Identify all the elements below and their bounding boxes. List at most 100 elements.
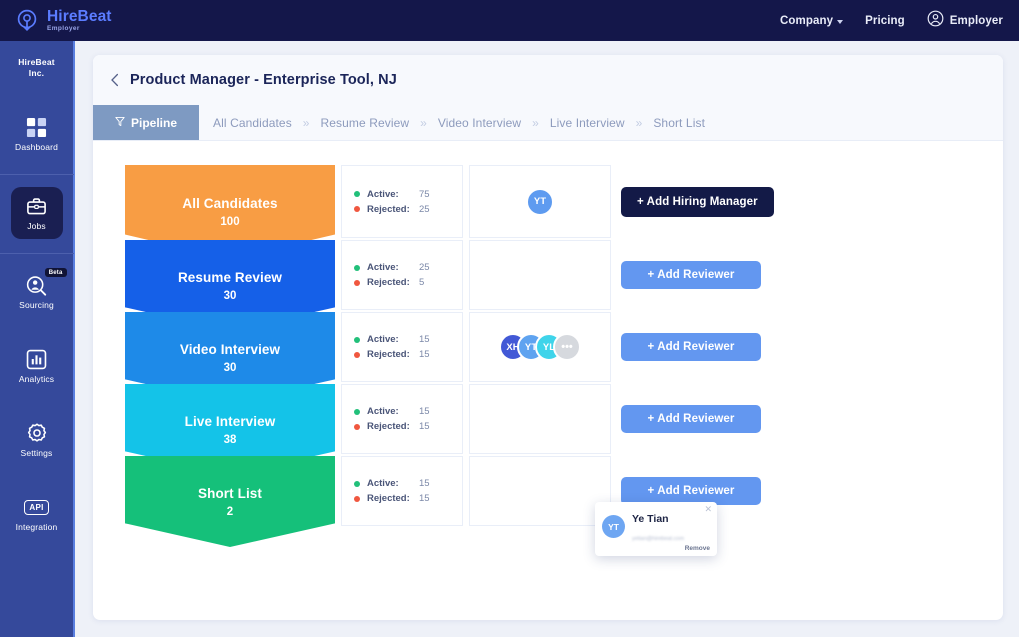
stat-line-rejected: Rejected: 5 <box>354 277 462 288</box>
stage-reviewers-cell <box>469 384 611 454</box>
stat-label-active: Active: <box>367 188 399 200</box>
hirebeat-circle-logo-icon <box>14 8 40 34</box>
sidebar-divider-2 <box>0 253 74 255</box>
stat-line-active: Active: 75 <box>354 189 462 200</box>
candidate-name: Ye Tian <box>632 513 669 525</box>
sidebar-item-dashboard[interactable]: Dashboard <box>11 108 63 160</box>
funnel-stage-cell: Live Interview 38 <box>125 384 335 475</box>
stat-line-rejected: Rejected: 25 <box>354 204 462 215</box>
stage-action-cell: + Add Reviewer <box>611 384 1003 454</box>
stage-stats-cell: Active: 15 Rejected: 15 <box>341 456 463 526</box>
stage-action-cell: + Add Reviewer <box>611 312 1003 382</box>
add-reviewer-button[interactable]: + Add Reviewer <box>621 261 761 289</box>
avatar[interactable]: YT <box>526 187 554 216</box>
stat-value-rejected: 5 <box>419 277 425 288</box>
stat-value-rejected: 15 <box>419 421 430 432</box>
candidate-popup-meta: Ye Tian yetian@hirebeat.com <box>632 509 709 544</box>
pipeline-rows: All Candidates 100 Active: 75 Rejected: 25 YT +… <box>93 165 1003 547</box>
app-root: HireBeat Employer Company Pricing Employ… <box>0 0 1019 637</box>
tab-separator-4: » <box>635 115 643 130</box>
tab-video-interview[interactable]: Video Interview <box>438 116 521 130</box>
sidebar-item-integration[interactable]: API Integration <box>11 488 63 540</box>
bar-chart-icon <box>26 348 47 370</box>
stat-label-rejected: Rejected: <box>367 421 410 432</box>
pipeline-row: Live Interview 38 Active: 15 Rejected: 15 + Ad… <box>93 384 1003 475</box>
stage-stats-cell: Active: 15 Rejected: 15 <box>341 384 463 454</box>
stat-label-active: Active: <box>367 478 399 489</box>
organization-name: HireBeat Inc. <box>18 57 55 78</box>
pipeline-row: Video Interview 30 Active: 15 Rejected: 15 XH Y… <box>93 312 1003 403</box>
stage-reviewers-cell: XH YT YL ••• <box>469 312 611 382</box>
stage-action-cell: + Add Hiring Manager <box>611 165 1003 238</box>
stat-label-rejected: Rejected: <box>367 277 410 288</box>
sidebar-item-analytics[interactable]: Analytics <box>11 340 63 392</box>
nav-link-company[interactable]: Company <box>780 15 844 27</box>
funnel-stage-label: Video Interview <box>179 341 281 357</box>
brand-logo-group[interactable]: HireBeat Employer <box>14 8 112 34</box>
rejected-status-dot <box>354 279 360 286</box>
nav-link-pricing[interactable]: Pricing <box>865 15 905 27</box>
api-icon: API <box>24 496 49 518</box>
funnel-stage-count: 100 <box>220 216 240 228</box>
chevron-down-icon <box>837 19 844 24</box>
stat-label-rejected: Rejected: <box>367 493 410 504</box>
stat-label-active: Active: <box>367 406 399 417</box>
stat-label-rejected: Rejected: <box>367 349 410 360</box>
avatar-more-button[interactable]: ••• <box>553 333 581 361</box>
tab-separator-1: » <box>302 115 310 130</box>
stat-line-rejected: Rejected: 15 <box>354 349 462 360</box>
tab-pipeline-label: Pipeline <box>131 115 178 130</box>
page-title: Product Manager - Enterprise Tool, NJ <box>130 72 397 88</box>
tab-separator-3: » <box>532 115 539 130</box>
active-status-dot <box>354 191 360 197</box>
funnel-stage-short-list[interactable]: Short List 2 <box>125 456 335 547</box>
sourcing-beta-badge: Beta <box>44 268 67 278</box>
chevron-left-icon[interactable] <box>107 72 123 88</box>
sidebar-item-jobs[interactable]: Jobs <box>10 187 63 240</box>
brand-text: HireBeat Employer <box>47 7 112 33</box>
sidebar-item-integration-label: Integration <box>15 522 58 533</box>
funnel-stage-label: Resume Review <box>177 269 283 285</box>
stat-value-active: 15 <box>419 406 430 417</box>
brand-name: HireBeat <box>47 7 112 25</box>
rejected-status-dot <box>354 351 360 358</box>
pipeline-row: All Candidates 100 Active: 75 Rejected: 25 YT +… <box>93 165 1003 259</box>
funnel-stage-label: Live Interview <box>184 413 276 429</box>
stat-value-active: 15 <box>419 478 430 489</box>
sidebar-item-dashboard-label: Dashboard <box>15 142 58 153</box>
pipeline-row: Short List 2 Active: 15 Rejected: 15 + Add Rev… <box>93 456 1003 547</box>
tab-live-interview[interactable]: Live Interview <box>550 116 625 130</box>
stat-value-active: 25 <box>419 262 430 273</box>
sidebar-item-sourcing[interactable]: Beta Sourcing <box>11 266 67 318</box>
add-reviewer-button[interactable]: + Add Reviewer <box>621 333 761 361</box>
stat-value-rejected: 25 <box>419 203 430 215</box>
employer-account-menu[interactable]: Employer <box>927 10 1003 32</box>
stat-value-active: 75 <box>419 188 430 200</box>
stat-label-rejected: Rejected: <box>367 203 410 215</box>
stat-value-active: 15 <box>419 334 430 345</box>
gear-icon <box>26 422 48 444</box>
tab-stage-links: All Candidates » Resume Review » Video I… <box>199 105 705 140</box>
sidebar-item-sourcing-label: Sourcing <box>19 300 54 311</box>
funnel-stage-count: 30 <box>223 289 237 302</box>
add-hiring-manager-button[interactable]: + Add Hiring Manager <box>621 186 774 217</box>
tab-all-candidates[interactable]: All Candidates <box>213 116 292 130</box>
api-icon-label: API <box>24 499 49 515</box>
tab-short-list[interactable]: Short List <box>653 116 705 130</box>
stage-stats-cell: Active: 15 Rejected: 15 <box>341 312 463 382</box>
remove-reviewer-button[interactable]: Remove <box>685 545 710 552</box>
candidate-popup-card[interactable]: ✕ YT Ye Tian yetian@hirebeat.com Remove <box>595 502 717 556</box>
tab-resume-review[interactable]: Resume Review <box>320 116 409 130</box>
add-reviewer-button[interactable]: + Add Reviewer <box>621 405 761 433</box>
grid-dashboard-icon <box>26 116 47 138</box>
tab-separator-2: » <box>420 115 427 130</box>
add-reviewer-button[interactable]: + Add Reviewer <box>621 477 761 505</box>
stage-action-cell: + Add Reviewer <box>611 240 1003 310</box>
sidebar-item-settings[interactable]: Settings <box>11 414 63 466</box>
close-icon[interactable]: ✕ <box>704 505 712 514</box>
tab-pipeline[interactable]: Pipeline <box>93 105 200 140</box>
brand-subtitle: Employer <box>47 25 80 32</box>
stat-line-rejected: Rejected: 15 <box>354 493 462 504</box>
stat-line-active: Active: 25 <box>354 262 462 273</box>
sidebar-divider <box>0 174 74 176</box>
